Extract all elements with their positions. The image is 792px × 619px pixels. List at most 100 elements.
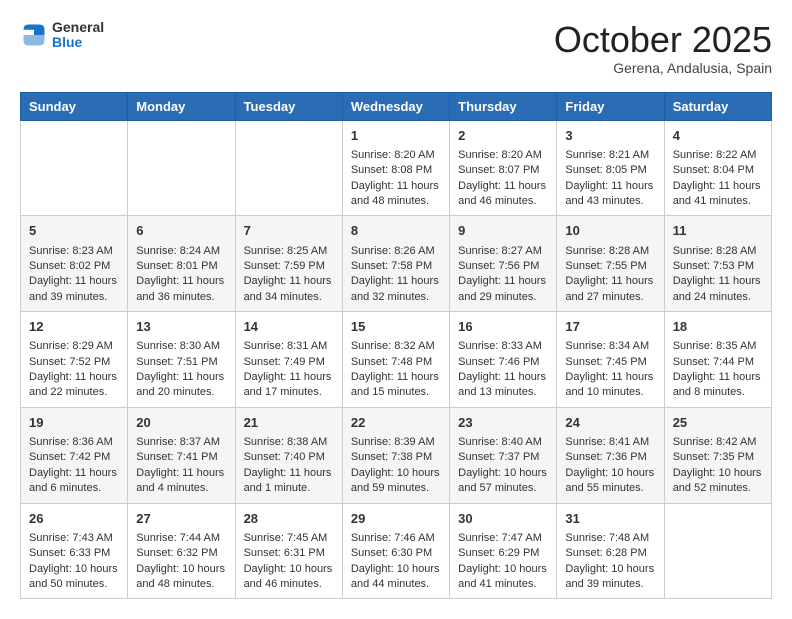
day-number: 8 <box>351 222 441 240</box>
calendar-cell <box>235 120 342 216</box>
logo-icon <box>20 21 48 49</box>
day-number: 19 <box>29 414 119 432</box>
day-info: Sunrise: 8:38 AM Sunset: 7:40 PM Dayligh… <box>244 435 334 497</box>
day-info: Sunrise: 8:25 AM Sunset: 7:59 PM Dayligh… <box>244 244 334 306</box>
calendar-cell: 28 Sunrise: 7:45 AM Sunset: 6:31 PM Dayli… <box>235 503 342 599</box>
logo-text: General Blue <box>52 20 104 51</box>
page-header: General Blue October 2025 Gerena, Andalu… <box>20 20 772 76</box>
calendar-cell: 13 Sunrise: 8:30 AM Sunset: 7:51 PM Dayli… <box>128 312 235 408</box>
day-info: Sunrise: 8:29 AM Sunset: 7:52 PM Dayligh… <box>29 339 119 401</box>
calendar-cell: 23 Sunrise: 8:40 AM Sunset: 7:37 PM Dayli… <box>450 407 557 503</box>
calendar-cell: 14 Sunrise: 8:31 AM Sunset: 7:49 PM Dayli… <box>235 312 342 408</box>
day-info: Sunrise: 7:47 AM Sunset: 6:29 PM Dayligh… <box>458 531 548 593</box>
calendar-cell: 16Sunrise: 8:33 AM Sunset: 7:46 PM Dayli… <box>450 312 557 408</box>
weekday-header: Sunday <box>21 92 128 120</box>
calendar-cell: 22Sunrise: 8:39 AM Sunset: 7:38 PM Dayli… <box>342 407 449 503</box>
day-number: 9 <box>458 222 548 240</box>
day-number: 24 <box>565 414 655 432</box>
day-info: Sunrise: 8:21 AM Sunset: 8:05 PM Dayligh… <box>565 148 655 210</box>
calendar-cell: 5 Sunrise: 8:23 AM Sunset: 8:02 PM Daylig… <box>21 216 128 312</box>
day-number: 5 <box>29 222 119 240</box>
day-info: Sunrise: 7:44 AM Sunset: 6:32 PM Dayligh… <box>136 531 226 593</box>
calendar-cell: 11Sunrise: 8:28 AM Sunset: 7:53 PM Dayli… <box>664 216 771 312</box>
calendar-cell: 1Sunrise: 8:20 AM Sunset: 8:08 PM Daylig… <box>342 120 449 216</box>
calendar-cell: 29Sunrise: 7:46 AM Sunset: 6:30 PM Dayli… <box>342 503 449 599</box>
day-info: Sunrise: 8:23 AM Sunset: 8:02 PM Dayligh… <box>29 244 119 306</box>
day-number: 23 <box>458 414 548 432</box>
calendar-cell: 18Sunrise: 8:35 AM Sunset: 7:44 PM Dayli… <box>664 312 771 408</box>
weekday-header: Wednesday <box>342 92 449 120</box>
day-info: Sunrise: 8:24 AM Sunset: 8:01 PM Dayligh… <box>136 244 226 306</box>
day-info: Sunrise: 8:35 AM Sunset: 7:44 PM Dayligh… <box>673 339 763 401</box>
logo: General Blue <box>20 20 104 51</box>
calendar-cell <box>21 120 128 216</box>
day-info: Sunrise: 8:32 AM Sunset: 7:48 PM Dayligh… <box>351 339 441 401</box>
day-number: 27 <box>136 510 226 528</box>
calendar-week-row: 12 Sunrise: 8:29 AM Sunset: 7:52 PM Dayli… <box>21 312 772 408</box>
calendar-cell: 3Sunrise: 8:21 AM Sunset: 8:05 PM Daylig… <box>557 120 664 216</box>
calendar-cell: 31 Sunrise: 7:48 AM Sunset: 6:28 PM Dayli… <box>557 503 664 599</box>
day-info: Sunrise: 7:46 AM Sunset: 6:30 PM Dayligh… <box>351 531 441 593</box>
location-subtitle: Gerena, Andalusia, Spain <box>554 60 772 76</box>
day-info: Sunrise: 8:34 AM Sunset: 7:45 PM Dayligh… <box>565 339 655 401</box>
day-info: Sunrise: 8:37 AM Sunset: 7:41 PM Dayligh… <box>136 435 226 497</box>
day-number: 20 <box>136 414 226 432</box>
day-number: 21 <box>244 414 334 432</box>
day-info: Sunrise: 7:43 AM Sunset: 6:33 PM Dayligh… <box>29 531 119 593</box>
weekday-header: Saturday <box>664 92 771 120</box>
calendar-cell <box>128 120 235 216</box>
day-number: 1 <box>351 127 441 145</box>
weekday-header-row: SundayMondayTuesdayWednesdayThursdayFrid… <box>21 92 772 120</box>
calendar-cell: 6 Sunrise: 8:24 AM Sunset: 8:01 PM Daylig… <box>128 216 235 312</box>
calendar-table: SundayMondayTuesdayWednesdayThursdayFrid… <box>20 92 772 600</box>
calendar-week-row: 26Sunrise: 7:43 AM Sunset: 6:33 PM Dayli… <box>21 503 772 599</box>
calendar-cell: 19Sunrise: 8:36 AM Sunset: 7:42 PM Dayli… <box>21 407 128 503</box>
day-number: 31 <box>565 510 655 528</box>
day-info: Sunrise: 7:48 AM Sunset: 6:28 PM Dayligh… <box>565 531 655 593</box>
day-info: Sunrise: 7:45 AM Sunset: 6:31 PM Dayligh… <box>244 531 334 593</box>
day-info: Sunrise: 8:28 AM Sunset: 7:53 PM Dayligh… <box>673 244 763 306</box>
logo-general: General <box>52 20 104 35</box>
month-title: October 2025 <box>554 20 772 60</box>
weekday-header: Tuesday <box>235 92 342 120</box>
calendar-cell: 30 Sunrise: 7:47 AM Sunset: 6:29 PM Dayli… <box>450 503 557 599</box>
calendar-cell: 12 Sunrise: 8:29 AM Sunset: 7:52 PM Dayli… <box>21 312 128 408</box>
calendar-cell: 9 Sunrise: 8:27 AM Sunset: 7:56 PM Daylig… <box>450 216 557 312</box>
calendar-cell: 2 Sunrise: 8:20 AM Sunset: 8:07 PM Daylig… <box>450 120 557 216</box>
day-number: 7 <box>244 222 334 240</box>
day-number: 15 <box>351 318 441 336</box>
day-number: 16 <box>458 318 548 336</box>
day-info: Sunrise: 8:30 AM Sunset: 7:51 PM Dayligh… <box>136 339 226 401</box>
day-number: 4 <box>673 127 763 145</box>
title-block: October 2025 Gerena, Andalusia, Spain <box>554 20 772 76</box>
calendar-cell: 4Sunrise: 8:22 AM Sunset: 8:04 PM Daylig… <box>664 120 771 216</box>
calendar-cell: 25Sunrise: 8:42 AM Sunset: 7:35 PM Dayli… <box>664 407 771 503</box>
day-number: 30 <box>458 510 548 528</box>
day-info: Sunrise: 8:27 AM Sunset: 7:56 PM Dayligh… <box>458 244 548 306</box>
calendar-cell: 24 Sunrise: 8:41 AM Sunset: 7:36 PM Dayli… <box>557 407 664 503</box>
day-number: 2 <box>458 127 548 145</box>
calendar-cell: 10Sunrise: 8:28 AM Sunset: 7:55 PM Dayli… <box>557 216 664 312</box>
day-info: Sunrise: 8:28 AM Sunset: 7:55 PM Dayligh… <box>565 244 655 306</box>
day-info: Sunrise: 8:40 AM Sunset: 7:37 PM Dayligh… <box>458 435 548 497</box>
day-info: Sunrise: 8:20 AM Sunset: 8:07 PM Dayligh… <box>458 148 548 210</box>
day-info: Sunrise: 8:39 AM Sunset: 7:38 PM Dayligh… <box>351 435 441 497</box>
day-number: 17 <box>565 318 655 336</box>
calendar-cell: 20 Sunrise: 8:37 AM Sunset: 7:41 PM Dayli… <box>128 407 235 503</box>
day-number: 12 <box>29 318 119 336</box>
calendar-cell: 8 Sunrise: 8:26 AM Sunset: 7:58 PM Daylig… <box>342 216 449 312</box>
weekday-header: Friday <box>557 92 664 120</box>
day-number: 6 <box>136 222 226 240</box>
day-number: 14 <box>244 318 334 336</box>
calendar-cell: 27 Sunrise: 7:44 AM Sunset: 6:32 PM Dayli… <box>128 503 235 599</box>
day-number: 13 <box>136 318 226 336</box>
calendar-cell: 15 Sunrise: 8:32 AM Sunset: 7:48 PM Dayli… <box>342 312 449 408</box>
calendar-cell: 21 Sunrise: 8:38 AM Sunset: 7:40 PM Dayli… <box>235 407 342 503</box>
day-info: Sunrise: 8:26 AM Sunset: 7:58 PM Dayligh… <box>351 244 441 306</box>
day-info: Sunrise: 8:31 AM Sunset: 7:49 PM Dayligh… <box>244 339 334 401</box>
day-info: Sunrise: 8:41 AM Sunset: 7:36 PM Dayligh… <box>565 435 655 497</box>
calendar-cell <box>664 503 771 599</box>
calendar-week-row: 19Sunrise: 8:36 AM Sunset: 7:42 PM Dayli… <box>21 407 772 503</box>
day-number: 28 <box>244 510 334 528</box>
calendar-cell: 17 Sunrise: 8:34 AM Sunset: 7:45 PM Dayli… <box>557 312 664 408</box>
